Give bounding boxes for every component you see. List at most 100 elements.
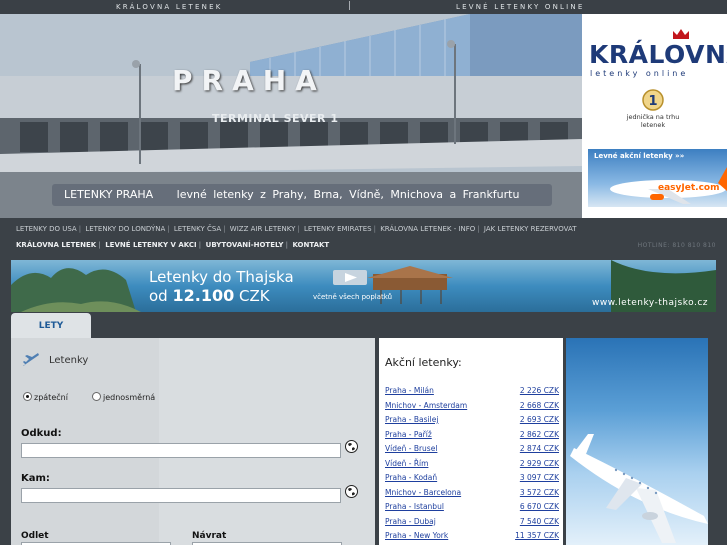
page: { "topbar": { "left": "KRÁLOVNA LETENEK"… xyxy=(0,0,727,545)
deal-price[interactable]: 2 668 CZK xyxy=(520,401,559,416)
top-strip-separator: | xyxy=(348,1,352,11)
deal-route[interactable]: Vídeň - Brusel xyxy=(385,444,437,459)
hero-caption-title: LETENKY PRAHA xyxy=(64,188,154,201)
promo-brand: easyJet.com xyxy=(658,183,719,193)
deal-price[interactable]: 2 226 CZK xyxy=(520,386,559,401)
nav-link-how-to-book[interactable]: JAK LETENKY REZERVOVAT xyxy=(484,225,577,233)
nav-divider: | xyxy=(98,241,101,249)
hero-caption-text: levné letenky z Prahy, Brna, Vídně, Mnic… xyxy=(176,188,520,201)
deal-row[interactable]: Praha - Paříž 2 862 CZK xyxy=(385,430,559,445)
hero-photo: PRAHA TERMINAL SEVER 1 LETENKY PRAHA lev… xyxy=(0,14,582,218)
deals-title: Akční letenky: xyxy=(385,356,462,369)
airplane-icon xyxy=(23,353,39,366)
nav-divider: | xyxy=(373,225,376,233)
deal-row[interactable]: Praha - Istanbul 6 670 CZK xyxy=(385,502,559,517)
nav-link-london[interactable]: LETENKY DO LONDÝNA xyxy=(85,225,165,233)
thailand-banner[interactable]: Letenky do Thajska od 12.100 CZK včetně … xyxy=(11,260,716,312)
deal-row[interactable]: Praha - Dubaj 7 540 CZK xyxy=(385,517,559,532)
deal-row[interactable]: Vídeň - Řím 2 929 CZK xyxy=(385,459,559,474)
radio-return-label: zpáteční xyxy=(34,393,68,402)
deal-row[interactable]: Praha - Kodaň 3 097 CZK xyxy=(385,473,559,488)
deals-panel: Akční letenky: Praha - Milán 2 226 CZK Mn… xyxy=(379,338,563,545)
deals-list: Praha - Milán 2 226 CZK Mnichov - Amsterd… xyxy=(385,386,559,545)
nav-link-home[interactable]: KRÁLOVNA LETENEK xyxy=(16,241,96,249)
top-strip-right[interactable]: LEVNÉ LETENKY ONLINE xyxy=(456,3,584,11)
from-label: Odkud: xyxy=(21,428,62,439)
deal-price[interactable]: 2 929 CZK xyxy=(520,459,559,474)
radio-return-indicator[interactable] xyxy=(23,392,32,401)
logo-column: KRÁLOVNA letenky online 1 jednička na tr… xyxy=(582,14,727,218)
deal-price[interactable]: 7 540 CZK xyxy=(520,517,559,532)
plane-ad-banner[interactable] xyxy=(566,338,708,545)
nav-link-usa[interactable]: LETENKY DO USA xyxy=(16,225,77,233)
flight-search-form: Letenky zpáteční jednosměrná Odkud: Kam:… xyxy=(11,338,375,545)
deal-price[interactable]: 3 572 CZK xyxy=(520,488,559,503)
deal-route[interactable]: Praha - Paříž xyxy=(385,430,432,445)
deal-price[interactable]: 2 874 CZK xyxy=(520,444,559,459)
deal-row[interactable]: Mnichov - Amsterdam 2 668 CZK xyxy=(385,401,559,416)
hero-terminal-sign: TERMINAL SEVER 1 xyxy=(212,112,339,125)
deal-row[interactable]: Praha - Milán 2 226 CZK xyxy=(385,386,559,401)
deal-route[interactable]: Vídeň - Řím xyxy=(385,459,428,474)
nav-link-hotels[interactable]: UBYTOVANÍ-HOTELY xyxy=(206,241,284,249)
airplane-illustration: easyJet.com xyxy=(610,167,727,204)
badge-text: jednička na trhu letenek xyxy=(626,113,680,129)
nav-row-secondary: KRÁLOVNA LETENEK | LEVNÉ LETENKY V AKCI | … xyxy=(16,241,329,249)
nav-link-contact[interactable]: KONTAKT xyxy=(292,241,329,249)
banner-price-prefix: od xyxy=(149,287,168,305)
nav-divider: | xyxy=(223,225,226,233)
hero-caption: LETENKY PRAHA levné letenky z Prahy, Brn… xyxy=(52,184,552,206)
airplane-illustration xyxy=(570,434,708,543)
deal-route[interactable]: Praha - Basilej xyxy=(385,415,438,430)
deal-price[interactable]: 2 693 CZK xyxy=(520,415,559,430)
banner-price-note: včetně všech poplatků xyxy=(313,293,393,301)
deal-price[interactable]: 2 862 CZK xyxy=(520,430,559,445)
nav-divider: | xyxy=(78,225,82,233)
nav-link-csa[interactable]: LETENKY ČSA xyxy=(174,225,221,233)
nav-divider: | xyxy=(285,241,288,249)
deal-price[interactable]: 11 357 CZK xyxy=(515,531,559,545)
deal-route[interactable]: Praha - Istanbul xyxy=(385,502,444,517)
radio-oneway[interactable]: jednosměrná xyxy=(92,392,155,402)
globe-icon[interactable] xyxy=(345,485,358,498)
deal-route[interactable]: Praha - Milán xyxy=(385,386,434,401)
depart-label: Odlet xyxy=(21,531,49,541)
nav-divider: | xyxy=(198,241,202,249)
to-input[interactable] xyxy=(21,488,341,503)
deal-row[interactable]: Praha - Basilej 2 693 CZK xyxy=(385,415,559,430)
banner-headline: Letenky do Thajska xyxy=(149,268,294,286)
deal-price[interactable]: 3 097 CZK xyxy=(520,473,559,488)
deal-route[interactable]: Praha - New York xyxy=(385,531,448,545)
radio-oneway-indicator[interactable] xyxy=(92,392,101,401)
easyjet-promo-banner[interactable]: Levné akční letenky »» easyJet.com xyxy=(588,149,727,207)
nav-divider: | xyxy=(477,225,480,233)
play-arrow-icon[interactable] xyxy=(333,270,367,285)
deal-row[interactable]: Mnichov - Barcelona 3 572 CZK xyxy=(385,488,559,503)
nav-link-deals[interactable]: LEVNÉ LETENKY V AKCI xyxy=(105,241,196,249)
nav-row-primary: LETENKY DO USA | LETENKY DO LONDÝNA | LETE… xyxy=(16,225,576,233)
nav-link-info[interactable]: KRÁLOVNA LETENEK - INFO xyxy=(380,225,475,233)
hotline-number: HOTLINE: 810 810 810 xyxy=(637,242,716,249)
nav-link-wizzair[interactable]: WIZZ AIR LETENKY xyxy=(230,225,296,233)
top-strip-left[interactable]: KRÁLOVNA LETENEK xyxy=(116,3,223,11)
brand-tagline: letenky online xyxy=(590,69,689,78)
crown-icon xyxy=(673,29,689,39)
nav-divider: | xyxy=(167,225,170,233)
deal-route[interactable]: Mnichov - Amsterdam xyxy=(385,401,467,416)
deal-price[interactable]: 6 670 CZK xyxy=(520,502,559,517)
deal-route[interactable]: Mnichov - Barcelona xyxy=(385,488,461,503)
deal-row[interactable]: Vídeň - Brusel 2 874 CZK xyxy=(385,444,559,459)
return-label: Návrat xyxy=(192,531,227,541)
hero-city-sign: PRAHA xyxy=(172,64,326,97)
deal-route[interactable]: Praha - Kodaň xyxy=(385,473,437,488)
deal-route[interactable]: Praha - Dubaj xyxy=(385,517,436,532)
brand-logo[interactable]: KRÁLOVNA xyxy=(589,40,727,69)
tab-lety[interactable]: LETY xyxy=(11,313,91,338)
globe-icon[interactable] xyxy=(345,440,358,453)
to-label: Kam: xyxy=(21,473,50,484)
nav-link-emirates[interactable]: LETENKY EMIRATES xyxy=(304,225,372,233)
radio-return[interactable]: zpáteční xyxy=(23,392,68,402)
deal-row[interactable]: Praha - New York 11 357 CZK xyxy=(385,531,559,545)
banner-url[interactable]: www.letenky-thajsko.cz xyxy=(592,298,708,308)
from-input[interactable] xyxy=(21,443,341,458)
